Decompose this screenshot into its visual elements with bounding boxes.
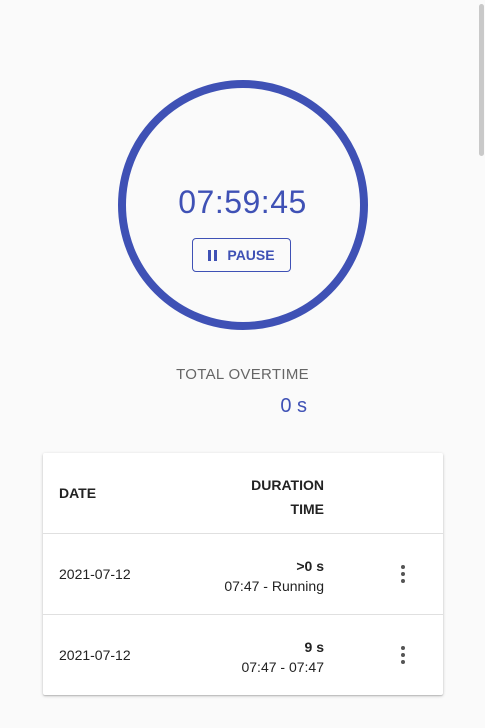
more-vert-icon[interactable] xyxy=(395,645,411,665)
more-vert-icon[interactable] xyxy=(395,564,411,584)
row-duration: 9 s xyxy=(304,639,324,655)
table-header-row: DATE DURATION TIME xyxy=(43,453,443,534)
sessions-table: DATE DURATION TIME 2021-07-12 >0 s 07:47… xyxy=(43,453,443,695)
timer-display: 07:59:45 xyxy=(178,184,307,220)
row-time: 07:47 - 07:47 xyxy=(241,659,324,675)
pause-icon xyxy=(208,249,218,261)
total-overtime-value: 0 s xyxy=(280,395,307,417)
column-header-duration-time[interactable]: DURATION TIME xyxy=(251,473,324,521)
row-date: 2021-07-12 xyxy=(59,647,131,663)
column-header-date[interactable]: DATE xyxy=(59,485,96,501)
row-duration-time: 9 s 07:47 - 07:47 xyxy=(241,637,324,677)
pause-button[interactable]: PAUSE xyxy=(192,238,291,272)
table-row: 2021-07-12 >0 s 07:47 - Running xyxy=(43,534,443,615)
column-header-time: TIME xyxy=(290,501,324,517)
row-duration: >0 s xyxy=(296,558,324,574)
row-duration-time: >0 s 07:47 - Running xyxy=(224,556,324,596)
column-header-duration: DURATION xyxy=(251,477,324,493)
pause-button-label: PAUSE xyxy=(227,247,275,263)
total-overtime-label: TOTAL OVERTIME xyxy=(176,366,309,383)
page-scrollbar[interactable] xyxy=(479,4,484,156)
row-time: 07:47 - Running xyxy=(224,578,324,594)
row-date: 2021-07-12 xyxy=(59,566,131,582)
table-row: 2021-07-12 9 s 07:47 - 07:47 xyxy=(43,615,443,695)
